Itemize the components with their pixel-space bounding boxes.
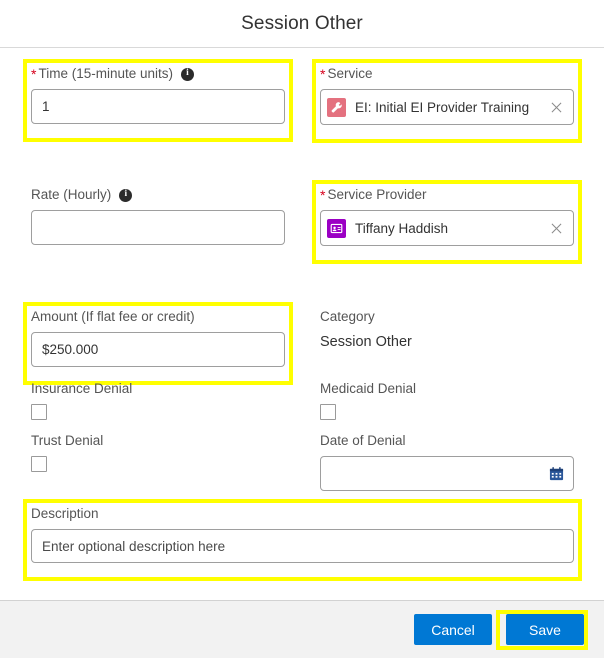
field-label-date-of-denial: Date of Denial xyxy=(320,433,574,449)
amount-input-value: $250.000 xyxy=(42,342,99,357)
field-label-service: * Service xyxy=(320,66,574,82)
field-description: Description Enter optional description h… xyxy=(31,506,574,563)
field-label-insurance-denial-text: Insurance Denial xyxy=(31,381,133,396)
field-label-description: Description xyxy=(31,506,574,522)
field-label-category: Category xyxy=(320,309,574,325)
trust-denial-checkbox[interactable] xyxy=(31,456,47,472)
field-label-medicaid-denial: Medicaid Denial xyxy=(320,381,574,397)
info-icon[interactable]: i xyxy=(119,188,133,202)
required-asterisk-icon: * xyxy=(320,66,326,82)
field-label-service-provider: * Service Provider xyxy=(320,187,574,203)
field-service: * Service EI: Initial EI Provider Trainin… xyxy=(320,66,574,125)
insurance-denial-checkbox[interactable] xyxy=(31,404,47,420)
field-category: Category Session Other xyxy=(320,309,574,352)
field-label-rate-text: Rate (Hourly) xyxy=(31,187,112,202)
calendar-icon[interactable] xyxy=(548,466,564,482)
field-trust-denial: Trust Denial xyxy=(31,433,285,472)
service-provider-lookup-input[interactable]: Tiffany Haddish xyxy=(320,210,574,246)
contact-card-icon xyxy=(327,218,346,238)
service-provider-token-text: Tiffany Haddish xyxy=(355,220,449,236)
field-label-rate: Rate (Hourly) i xyxy=(31,187,285,203)
field-label-service-text: Service xyxy=(327,66,373,81)
cancel-button[interactable]: Cancel xyxy=(414,614,492,645)
field-label-trust-denial-text: Trust Denial xyxy=(31,433,104,448)
field-label-trust-denial: Trust Denial xyxy=(31,433,285,449)
date-of-denial-input[interactable] xyxy=(320,456,574,491)
field-label-medicaid-denial-text: Medicaid Denial xyxy=(320,381,417,396)
dialog-footer: Cancel Save xyxy=(0,600,604,658)
medicaid-denial-checkbox[interactable] xyxy=(320,404,336,420)
service-token[interactable]: EI: Initial EI Provider Training xyxy=(327,97,541,117)
form-grid: * Time (15-minute units) i 1 * Service E… xyxy=(0,48,604,600)
amount-input[interactable]: $250.000 xyxy=(31,332,285,367)
field-date-of-denial: Date of Denial xyxy=(320,433,574,491)
field-label-time: * Time (15-minute units) i xyxy=(31,66,285,82)
field-label-date-of-denial-text: Date of Denial xyxy=(320,433,406,448)
time-input[interactable]: 1 xyxy=(31,89,285,124)
service-token-text: EI: Initial EI Provider Training xyxy=(355,99,530,115)
field-rate: Rate (Hourly) i xyxy=(31,187,285,245)
category-value: Session Other xyxy=(320,334,412,350)
field-label-time-text: Time (15-minute units) xyxy=(38,66,173,81)
field-amount: Amount (If flat fee or credit) $250.000 xyxy=(31,309,285,367)
dialog-header: Session Other xyxy=(0,0,604,48)
wrench-icon xyxy=(327,97,346,117)
session-other-dialog: Session Other * Time (15-minute units) i … xyxy=(0,0,604,658)
dialog-body: * Time (15-minute units) i 1 * Service E… xyxy=(0,48,604,600)
service-lookup-input[interactable]: EI: Initial EI Provider Training xyxy=(320,89,574,125)
field-label-category-text: Category xyxy=(320,309,375,324)
info-icon[interactable]: i xyxy=(181,67,194,81)
required-asterisk-icon: * xyxy=(31,66,37,82)
required-asterisk-icon: * xyxy=(320,187,326,203)
field-label-amount-text: Amount (If flat fee or credit) xyxy=(31,309,195,324)
save-button[interactable]: Save xyxy=(506,614,584,645)
time-input-value: 1 xyxy=(42,99,50,114)
field-label-insurance-denial: Insurance Denial xyxy=(31,381,285,397)
field-medicaid-denial: Medicaid Denial xyxy=(320,381,574,420)
field-label-amount: Amount (If flat fee or credit) xyxy=(31,309,285,325)
close-icon[interactable] xyxy=(547,98,565,116)
service-provider-token[interactable]: Tiffany Haddish xyxy=(327,218,541,238)
field-label-service-provider-text: Service Provider xyxy=(327,187,427,202)
rate-input[interactable] xyxy=(31,210,285,245)
close-icon[interactable] xyxy=(547,219,565,237)
field-label-description-text: Description xyxy=(31,506,99,521)
description-input[interactable]: Enter optional description here xyxy=(31,529,574,563)
page-title: Session Other xyxy=(241,12,363,34)
field-time: * Time (15-minute units) i 1 xyxy=(31,66,285,124)
field-insurance-denial: Insurance Denial xyxy=(31,381,285,420)
description-placeholder: Enter optional description here xyxy=(42,538,226,554)
field-service-provider: * Service Provider Tiffany Haddish xyxy=(320,187,574,246)
